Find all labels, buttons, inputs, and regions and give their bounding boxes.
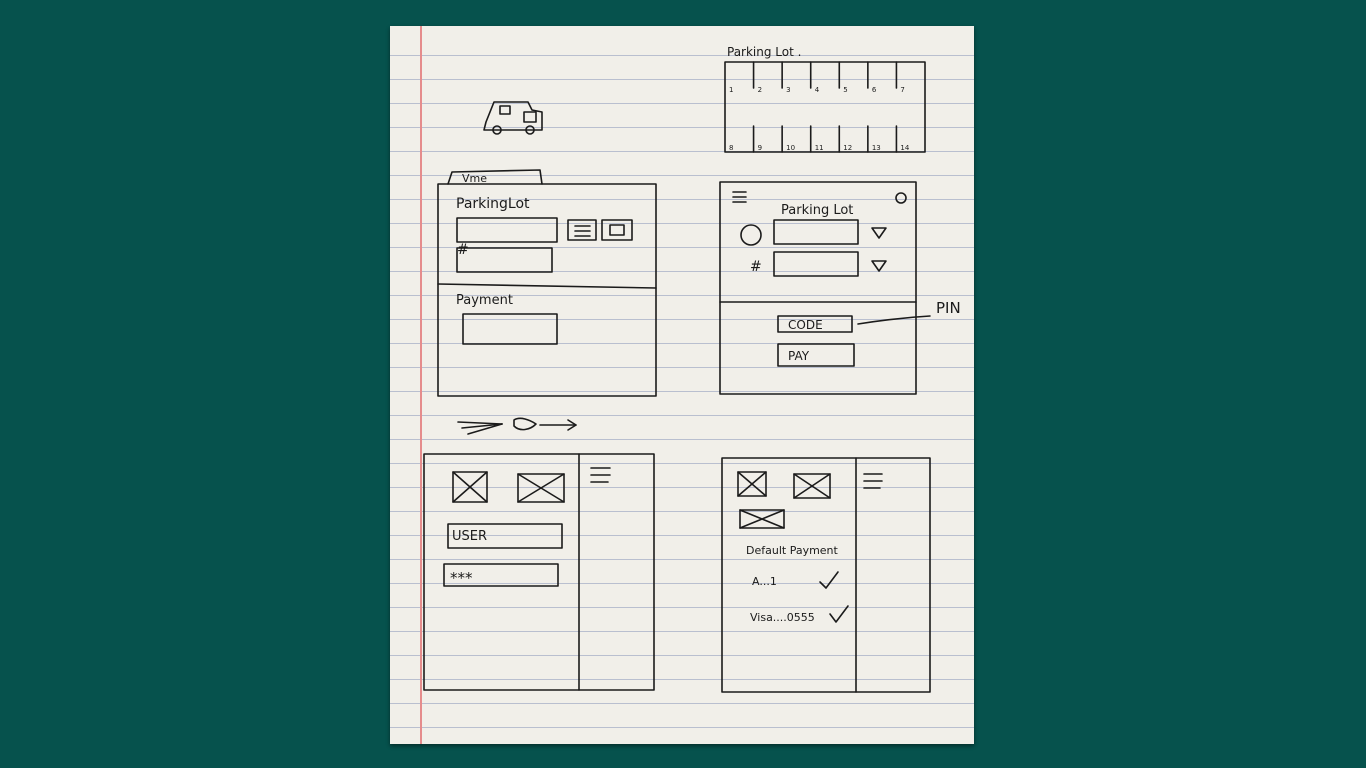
stall-number: 4 [815,86,820,94]
code-button-label: CODE [788,318,823,332]
stall-number: 13 [872,144,881,152]
stall-number: 9 [758,144,762,152]
notebook-page: Parking Lot . 1 2 3 4 5 6 7 8 9 10 11 12 13 14 Vme Pa… [390,26,974,744]
parking-map-title: Parking Lot . [727,45,801,59]
car-avatar-icon [740,224,762,246]
vehicle-input-box [456,217,558,243]
screen-a-hash: # [457,242,469,258]
lot-dropdown-icon [871,260,887,272]
lot-number-input [456,247,553,273]
stall-number: 1 [729,86,733,94]
check-icon-2 [829,605,849,623]
pin-annotation-line [857,315,931,325]
payment-option-2: Visa....0555 [750,611,815,624]
screen-b-title: Parking Lot [781,203,853,218]
stall-number: 11 [815,144,824,152]
stall-number: 2 [758,86,762,94]
screen-payment-options: Default Payment A...1 Visa....0555 [721,457,931,693]
stall-number: 6 [872,86,877,94]
list-icon [567,219,597,241]
screen-a-payment: Payment [456,293,513,308]
screen-parking-form: Vme ParkingLot # Payment [437,169,657,397]
gear-icon [895,192,907,204]
swipe-gesture-arrow [457,417,577,435]
stall-number: 5 [843,86,847,94]
wireframe-sketch: Parking Lot . 1 2 3 4 5 6 78 9 10 11 12 13 14 Vme Pa… [423,45,961,693]
stall-number: 12 [843,144,852,152]
screen-login: USER *** [423,453,655,691]
stall-number: 8 [729,144,733,152]
screen-parking-pay: Parking Lot # CODE PAY PIN [719,181,961,395]
payment-option-1: A...1 [752,575,777,588]
pay-button-label: PAY [788,349,810,363]
payment-input-box [462,313,558,345]
car-icon [483,101,543,135]
stall-number: 10 [786,144,795,152]
car-select-field [773,219,859,245]
stall-number: 7 [900,86,904,94]
stall-number: 3 [786,86,790,94]
check-icon-1 [819,571,839,589]
stall-number: 14 [900,144,909,152]
hand-pointer-icon [513,417,537,431]
pin-annotation: PIN [936,299,961,317]
screen-b-hash: # [750,259,762,275]
screen-a-tab-label: Vme [462,172,487,185]
parking-lot-map: Parking Lot . 1 2 3 4 5 6 78 9 10 11 12 13 14 [724,45,926,153]
lot-select-field [773,251,859,277]
username-field-text: USER [452,529,487,544]
camera-icon [601,219,633,241]
screen-a-title: ParkingLot [456,196,530,212]
car-dropdown-icon [871,227,887,239]
password-field-text: *** [450,569,473,587]
default-payment-label: Default Payment [746,544,839,557]
